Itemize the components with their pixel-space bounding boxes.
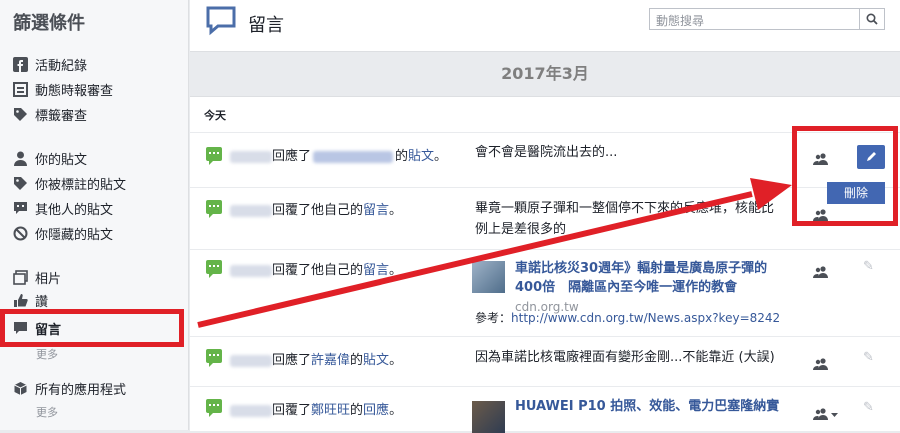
sidebar-item-label: 讚	[35, 294, 49, 310]
post-link[interactable]: 貼文	[408, 149, 434, 164]
blurred-name	[230, 404, 272, 417]
link-thumbnail[interactable]	[472, 401, 505, 433]
activity-description: 回應了 的貼文。	[230, 145, 447, 164]
activity-description: 回覆了他自己的留言。	[230, 259, 402, 278]
sidebar-item-label: 所有的應用程式	[35, 382, 127, 398]
cube-icon	[12, 380, 28, 396]
hidden-icon	[12, 225, 28, 241]
sidebar-more-link[interactable]: 更多	[36, 346, 58, 362]
search-button[interactable]	[859, 9, 884, 29]
month-heading: 2017年3月	[501, 64, 589, 83]
pencil-icon[interactable]: ✎	[863, 400, 874, 415]
search-placeholder: 動態搜尋	[656, 14, 705, 28]
comment-activity-icon	[206, 349, 222, 367]
sidebar-item-tagged-posts[interactable]: 你被標註的貼文	[12, 172, 126, 194]
blurred-name	[230, 150, 272, 163]
sidebar-item-others-posts[interactable]: 其他人的貼文	[12, 197, 113, 219]
sidebar-item-label: 留言	[35, 322, 62, 338]
sidebar-item-label: 你的貼文	[35, 152, 88, 168]
blurred-name	[230, 264, 272, 277]
reference-line: 參考：http://www.cdn.org.tw/News.aspx?key=8…	[475, 311, 781, 325]
comment-text: 因為車諾比核電廠裡面有變形金剛...不能靠近 (大誤)	[475, 350, 775, 365]
comment-link[interactable]: 留言	[363, 203, 389, 218]
blurred-name	[230, 204, 272, 217]
sidebar-item-photos[interactable]: 相片	[12, 266, 61, 288]
sidebar-item-label: 你隱藏的貼文	[35, 227, 114, 243]
timeline-review-icon	[12, 81, 28, 97]
comment-text: 會不會是醫院流出去的...	[475, 145, 618, 160]
sidebar-item-label: 動態時報審查	[35, 83, 114, 99]
search-icon	[866, 13, 878, 25]
sidebar-item-timeline-review[interactable]: 動態時報審查	[12, 78, 113, 100]
link-title[interactable]: 車諾比核災30週年》輻射量是廣島原子彈的400倍 隔離區內至今唯一運作的教會	[515, 259, 790, 297]
speech-bubble-icon	[12, 200, 28, 216]
activity-search-input[interactable]: 動態搜尋	[649, 8, 885, 30]
sidebar-item-label: 相片	[35, 271, 62, 287]
post-link[interactable]: 貼文	[363, 353, 389, 368]
blurred-name	[230, 354, 272, 367]
sidebar-item-activity-log[interactable]: 活動紀錄	[12, 53, 87, 75]
sidebar-item-all-apps[interactable]: 所有的應用程式	[12, 377, 126, 399]
sidebar-item-your-posts[interactable]: 你的貼文	[12, 147, 87, 169]
user-link[interactable]: 鄭旺旺	[311, 403, 350, 418]
sidebar-item-label: 你被標註的貼文	[35, 177, 127, 193]
list-item: 回應了許嘉偉的貼文。 因為車諾比核電廠裡面有變形金剛...不能靠近 (大誤) ✎	[190, 336, 900, 387]
activity-description: 回覆了他自己的留言。	[230, 199, 402, 218]
sidebar-item-tag-review[interactable]: 標籤審查	[12, 103, 87, 125]
tag-icon	[12, 175, 28, 191]
link-preview[interactable]: HUAWEI P10 拍照、效能、電力巴塞隆納實	[515, 397, 790, 427]
annotation-highlight-box	[792, 126, 898, 226]
sidebar-item-hidden-posts[interactable]: 你隱藏的貼文	[12, 222, 113, 244]
pencil-icon[interactable]: ✎	[863, 259, 874, 274]
user-link[interactable]: 許嘉偉	[311, 353, 350, 368]
sidebar-title: 篩選條件	[13, 13, 85, 34]
sidebar-item-label: 標籤審查	[35, 108, 88, 124]
reference-url[interactable]: http://www.cdn.org.tw/News.aspx?key=8242	[511, 311, 780, 325]
sidebar-item-comments[interactable]: 留言	[12, 317, 61, 339]
pencil-icon[interactable]: ✎	[863, 350, 874, 365]
facebook-icon	[12, 56, 28, 72]
thumbs-up-icon	[12, 292, 28, 308]
filter-sidebar: 篩選條件 活動紀錄 動態時報審查 標籤審查 你的貼文 你被標註的貼文 其他人的貼…	[0, 0, 189, 430]
tag-review-icon	[12, 106, 28, 122]
sidebar-item-label: 其他人的貼文	[35, 202, 114, 218]
sidebar-more-link[interactable]: 更多	[36, 404, 58, 420]
comment-activity-icon	[206, 399, 222, 417]
comment-activity-icon	[206, 260, 222, 278]
comment-activity-icon	[206, 200, 222, 218]
list-item: 回覆了鄭旺旺的回應。 HUAWEI P10 拍照、效能、電力巴塞隆納實 ✎	[190, 386, 900, 433]
page-title: 留言	[248, 15, 284, 36]
friends-audience-icon[interactable]	[813, 263, 829, 278]
link-thumbnail[interactable]	[472, 261, 505, 293]
person-icon	[12, 150, 28, 166]
activity-description: 回應了許嘉偉的貼文。	[230, 349, 402, 368]
comment-text: 畢竟一顆原子彈和一整個停不下來的反應堆，核能比例上是差很多的	[475, 201, 775, 237]
sidebar-item-label: 活動紀錄	[35, 58, 88, 74]
comment-icon	[12, 320, 28, 336]
friends-audience-icon[interactable]	[813, 405, 838, 420]
sidebar-item-likes[interactable]: 讚	[12, 289, 48, 311]
link-title[interactable]: HUAWEI P10 拍照、效能、電力巴塞隆納實	[515, 397, 790, 416]
blurred-name[interactable]	[313, 150, 394, 163]
photos-icon	[12, 269, 28, 285]
page-header: 留言 動態搜尋	[190, 0, 900, 52]
comment-link[interactable]: 回應	[363, 403, 389, 418]
day-heading: 今天	[204, 109, 226, 122]
comment-activity-icon	[206, 147, 222, 165]
list-item: 回覆了他自己的留言。 車諾比核災30週年》輻射量是廣島原子彈的400倍 隔離區內…	[190, 249, 900, 337]
comment-link[interactable]: 留言	[363, 263, 389, 278]
activity-description: 回覆了鄭旺旺的回應。	[230, 399, 402, 418]
comments-header-icon	[206, 6, 238, 40]
friends-audience-icon[interactable]	[813, 355, 829, 370]
